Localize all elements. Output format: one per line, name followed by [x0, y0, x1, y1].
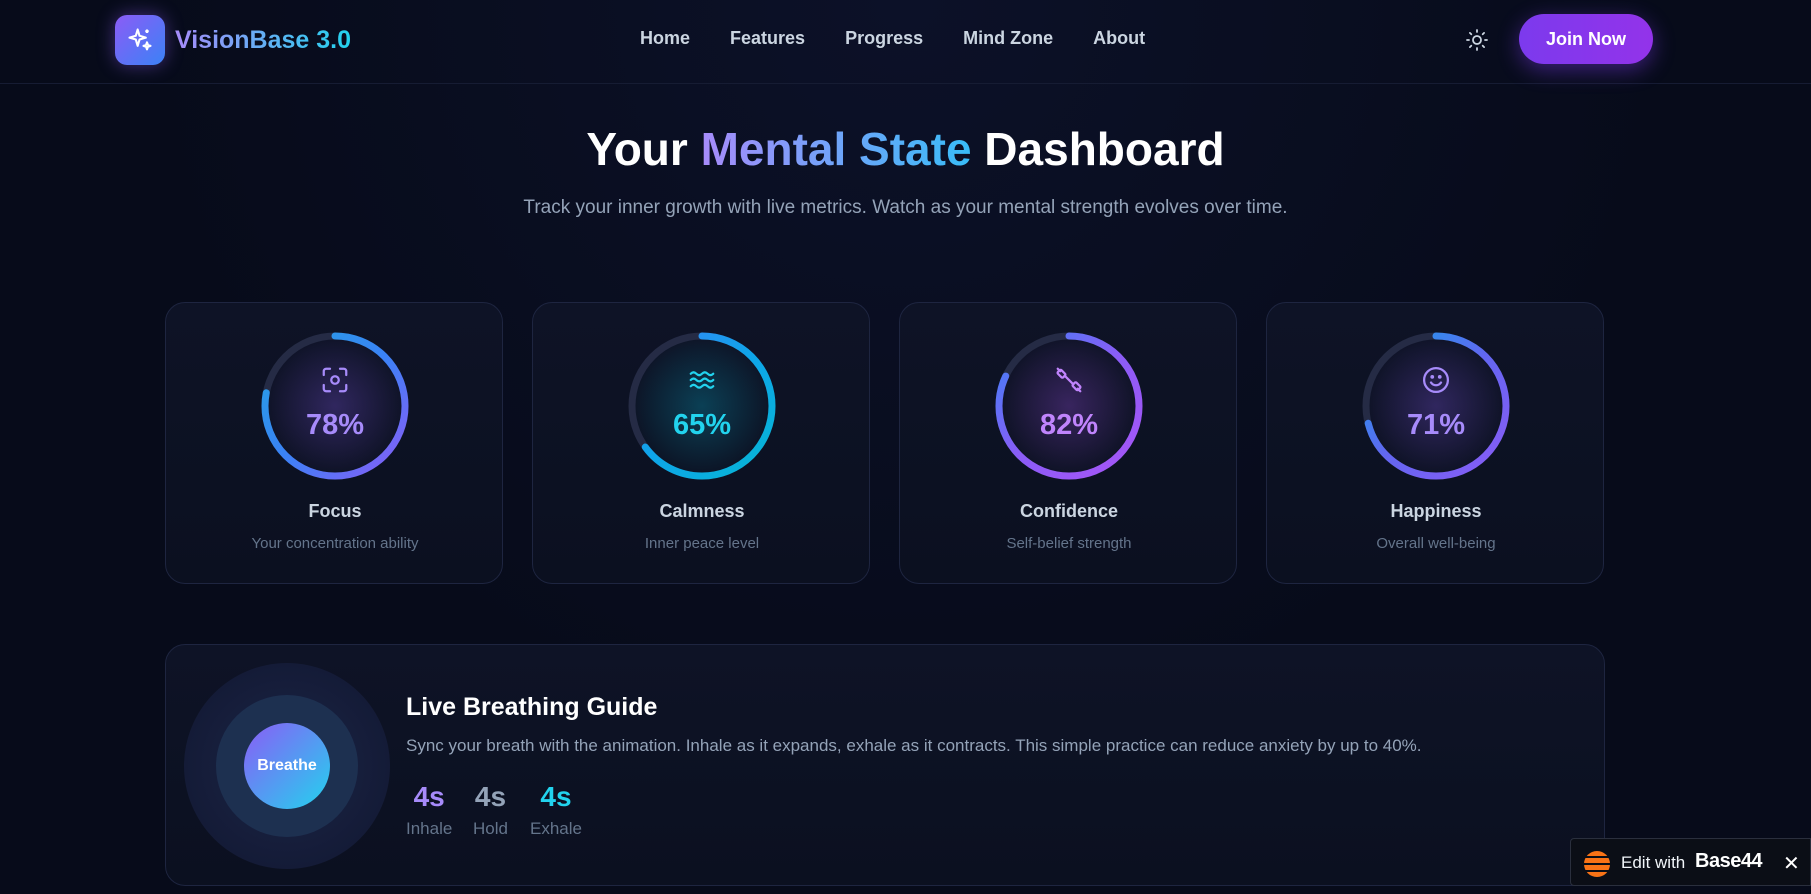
metric-ring: 65% — [627, 331, 777, 481]
page-subtitle: Track your inner growth with live metric… — [523, 197, 1288, 218]
metric-value: 78% — [305, 409, 365, 441]
metric-value: 71% — [1406, 409, 1466, 441]
nav-links: Home Features Progress Mind Zone About — [640, 28, 1145, 49]
badge-brand: Base44 — [1695, 850, 1763, 872]
title-highlight: Mental State — [700, 123, 972, 175]
base44-logo-icon — [1584, 851, 1610, 877]
title-start: Your — [586, 123, 701, 175]
metric-label: Happiness — [1390, 501, 1482, 521]
metric-card-focus: 78% Focus Your concentration ability — [165, 302, 503, 584]
nav-link-features[interactable]: Features — [730, 28, 805, 49]
brand-name: VisionBase 3.0 — [175, 25, 352, 54]
metric-value: 82% — [1039, 409, 1099, 441]
smile-icon — [1421, 365, 1451, 395]
breathing-title: Live Breathing Guide — [406, 693, 658, 721]
edit-with-badge[interactable]: Edit with Base44 ✕ — [1570, 838, 1811, 886]
metric-ring: 78% — [260, 331, 410, 481]
join-now-button[interactable]: Join Now — [1519, 14, 1653, 64]
page-title: Your Mental State Dashboard — [0, 122, 1811, 176]
metric-ring: 82% — [994, 331, 1144, 481]
close-icon[interactable]: ✕ — [1783, 851, 1800, 876]
metric-label: Focus — [308, 501, 362, 521]
phase-exhale: 4s Exhale — [530, 781, 582, 839]
phase-duration: 4s — [474, 781, 507, 812]
metric-card-happiness: 71% Happiness Overall well-being — [1266, 302, 1604, 584]
phase-duration: 4s — [540, 781, 572, 812]
breathing-description: Sync your breath with the animation. Inh… — [406, 736, 1422, 755]
metric-label: Confidence — [1019, 501, 1118, 521]
metric-label: Calmness — [659, 501, 745, 521]
metric-description: Self-belief strength — [1006, 535, 1132, 552]
sun-icon — [1466, 29, 1488, 51]
focus-icon — [320, 365, 350, 395]
waves-icon — [687, 365, 717, 395]
nav-link-progress[interactable]: Progress — [845, 28, 923, 49]
metric-value: 65% — [672, 409, 732, 441]
phase-label: Exhale — [530, 819, 582, 838]
title-end: Dashboard — [971, 123, 1225, 175]
sparkles-logo-icon — [115, 15, 165, 65]
breathe-button[interactable]: Breathe — [244, 723, 330, 809]
page: VisionBase 3.0 Home Features Progress Mi… — [0, 0, 1811, 894]
theme-toggle-button[interactable] — [1463, 26, 1491, 54]
phase-label: Hold — [473, 819, 508, 838]
brand[interactable]: VisionBase 3.0 — [115, 15, 351, 65]
top-navbar: VisionBase 3.0 Home Features Progress Mi… — [0, 0, 1811, 84]
nav-link-mind-zone[interactable]: Mind Zone — [963, 28, 1053, 49]
nav-link-about[interactable]: About — [1093, 28, 1145, 49]
metric-card-calmness: 65% Calmness Inner peace level — [532, 302, 870, 584]
metric-cards: 78% Focus Your concentration ability 65%… — [165, 302, 1605, 584]
metric-ring: 71% — [1361, 331, 1511, 481]
phase-hold: 4s Hold — [473, 781, 508, 839]
metric-description: Your concentration ability — [251, 535, 419, 552]
badge-text: Edit with — [1621, 853, 1686, 872]
metric-card-confidence: 82% Confidence Self-belief strength — [899, 302, 1237, 584]
dumbbell-icon — [1054, 365, 1084, 395]
metric-description: Overall well-being — [1376, 535, 1496, 552]
nav-link-home[interactable]: Home — [640, 28, 690, 49]
phase-label: Inhale — [406, 819, 453, 838]
metric-description: Inner peace level — [644, 535, 760, 552]
phase-duration: 4s — [413, 781, 445, 812]
phase-inhale: 4s Inhale — [406, 781, 452, 839]
breathing-guide-card: Breathe Live Breathing Guide Sync your b… — [165, 644, 1605, 886]
